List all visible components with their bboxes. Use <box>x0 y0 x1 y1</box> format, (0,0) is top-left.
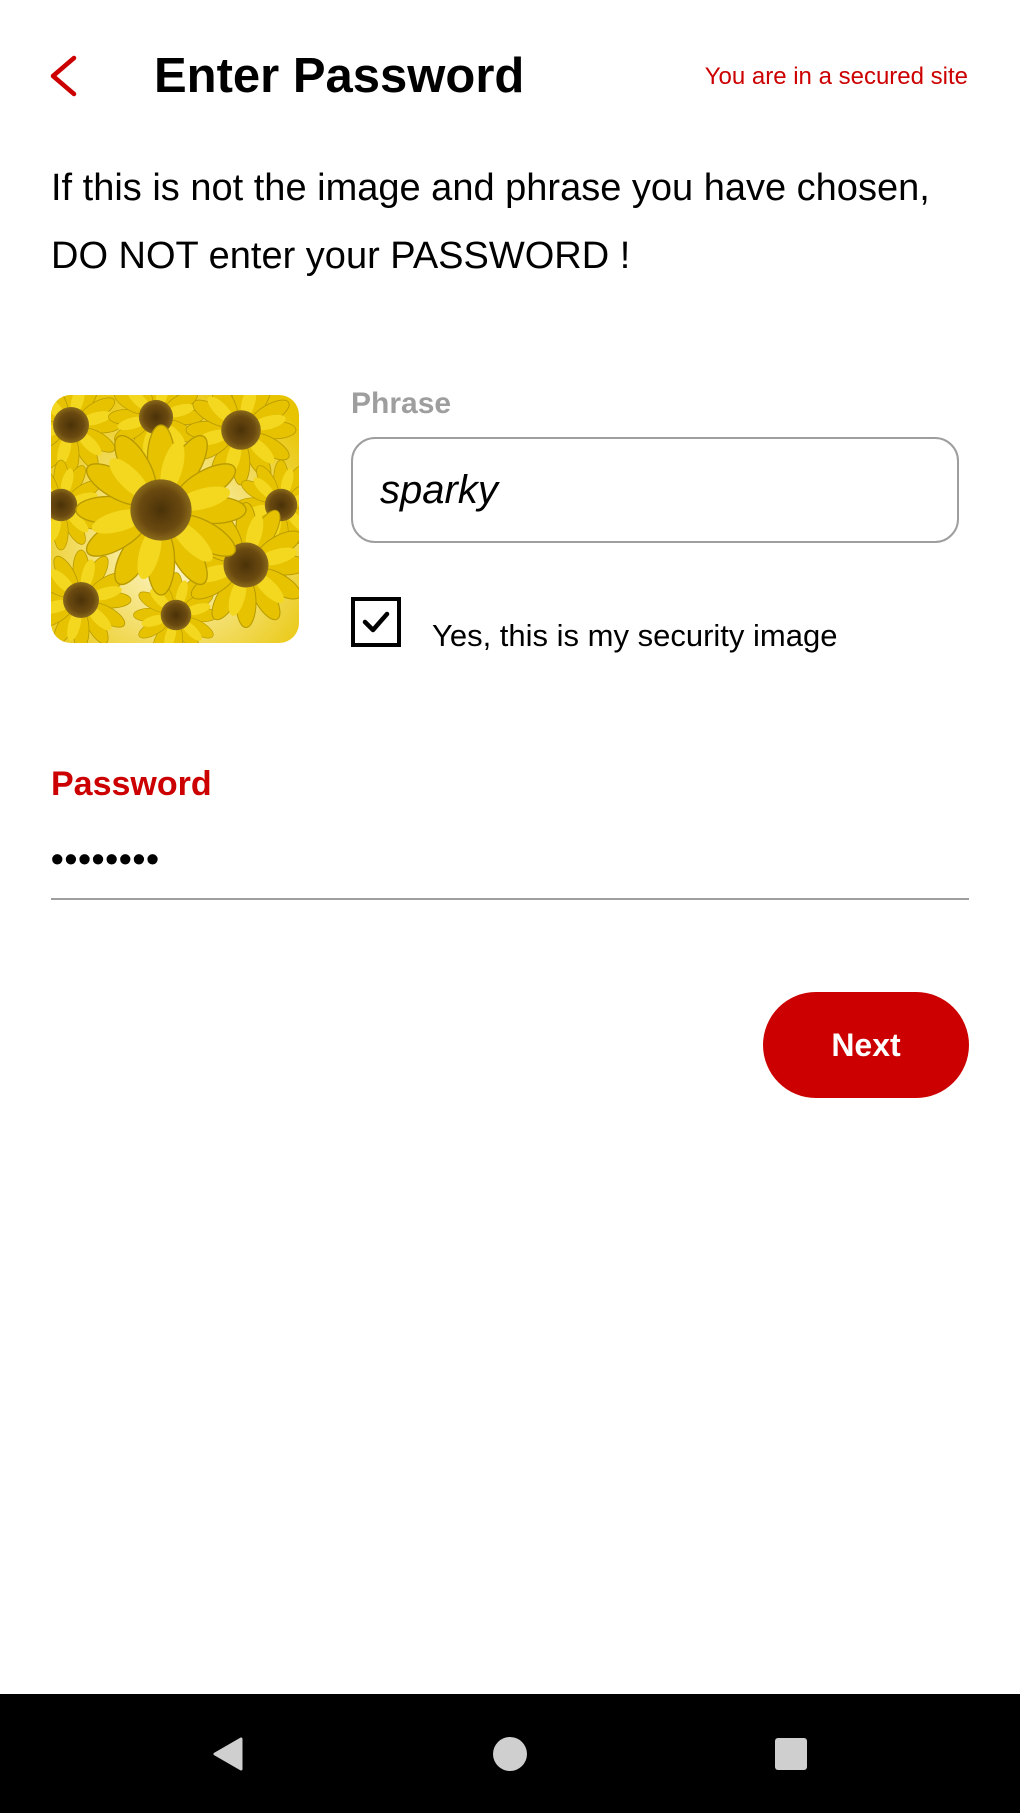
phrase-label: Phrase <box>351 387 452 420</box>
page-title: Enter Password <box>154 49 525 103</box>
password-field[interactable]: •••••••• <box>51 820 969 900</box>
nav-home-button[interactable] <box>480 1724 540 1784</box>
nav-recents-button[interactable] <box>761 1724 821 1784</box>
back-button[interactable] <box>38 48 88 104</box>
phrase-value: sparky <box>380 467 498 512</box>
password-label: Password <box>51 765 212 803</box>
password-masked-value: •••••••• <box>51 838 160 879</box>
security-image-checkbox[interactable] <box>351 597 401 647</box>
next-button[interactable]: Next <box>763 992 969 1098</box>
security-image-checkbox-label[interactable]: Yes, this is my security image <box>432 617 837 655</box>
system-navigation-bar <box>0 1694 1020 1813</box>
triangle-back-icon <box>213 1737 243 1771</box>
phrase-field[interactable]: sparky <box>351 437 959 543</box>
circle-home-icon <box>493 1737 527 1771</box>
checkmark-icon <box>362 611 390 633</box>
chevron-left-icon <box>50 55 77 97</box>
nav-back-button[interactable] <box>198 1724 258 1784</box>
enter-password-screen: Enter Password You are in a secured site… <box>0 0 1020 1813</box>
secured-site-note: You are in a secured site <box>704 63 968 90</box>
square-recents-icon <box>775 1738 807 1770</box>
security-warning: If this is not the image and phrase you … <box>51 167 930 277</box>
sunflower-image <box>51 395 299 643</box>
security-image <box>51 395 299 643</box>
